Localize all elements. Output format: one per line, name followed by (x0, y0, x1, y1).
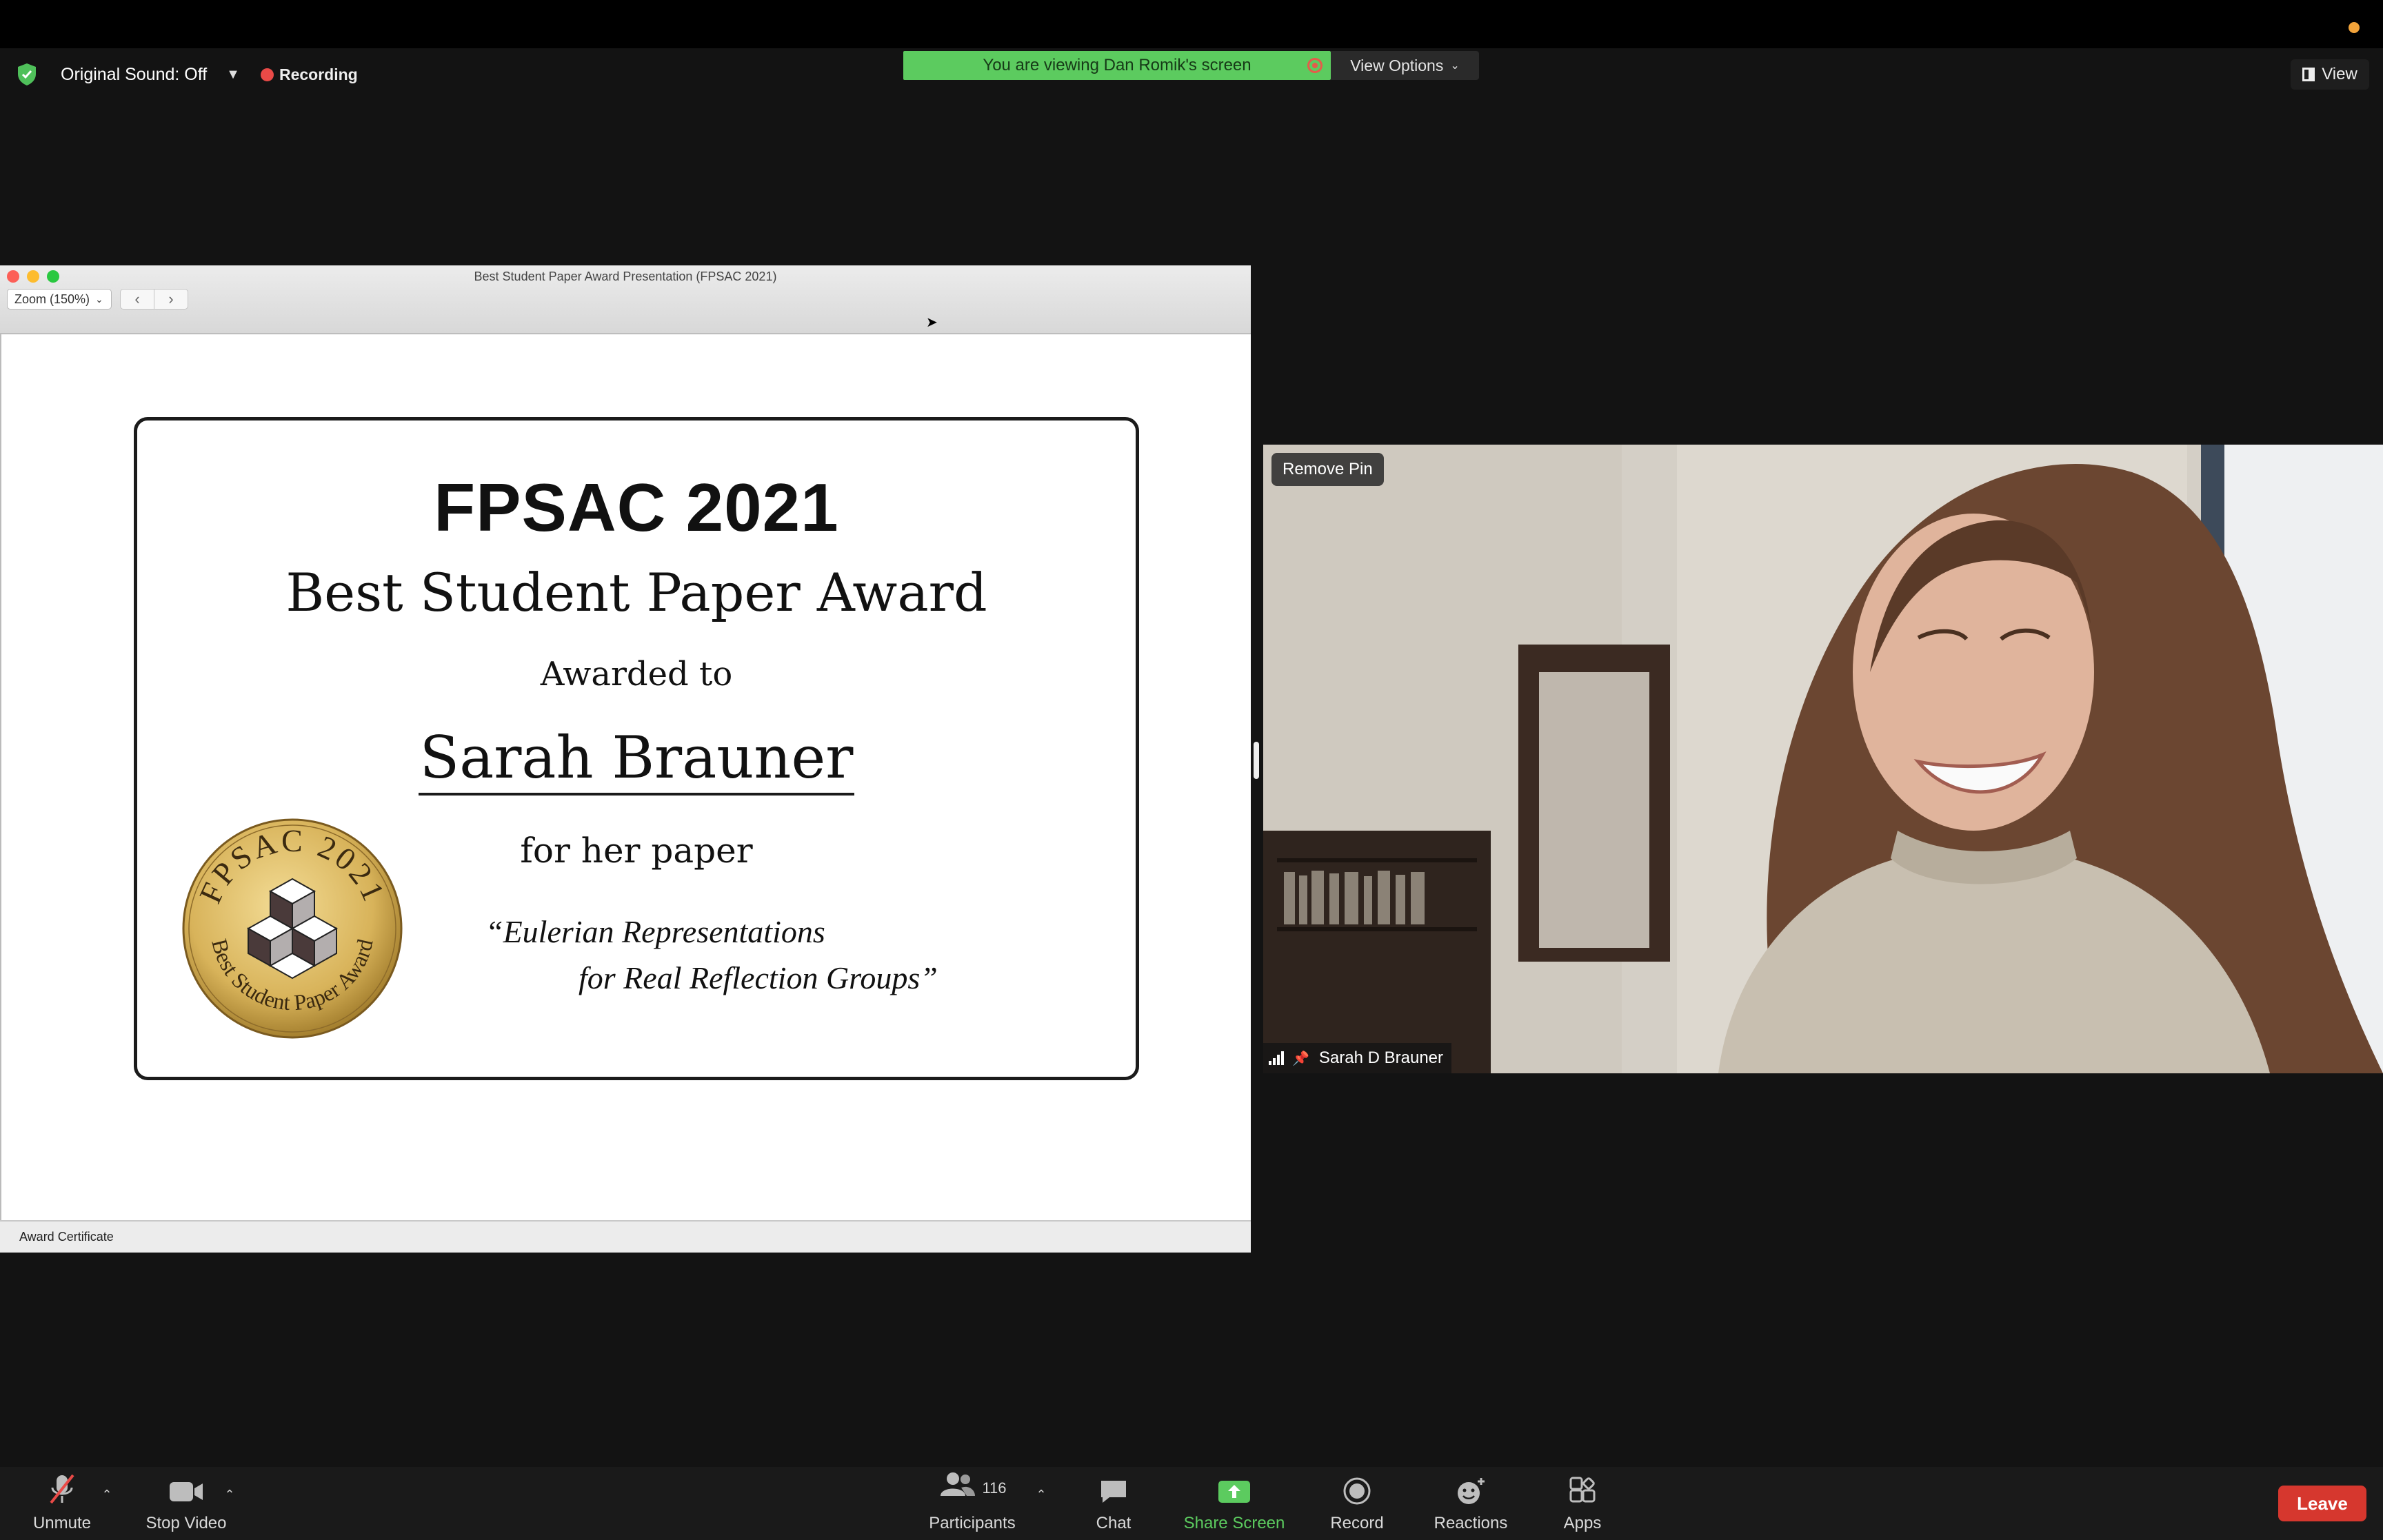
reactions-emoji-icon (1458, 1478, 1485, 1504)
paper-title-line-1: “Eulerian Representations (485, 914, 825, 949)
dropdown-caret-icon[interactable]: ▼ (226, 67, 240, 83)
record-button[interactable]: Record (1323, 1467, 1391, 1540)
view-label: View (2322, 65, 2357, 83)
zoom-select[interactable]: Zoom (150%) ⌄ (7, 289, 112, 310)
screen-share-banner: You are viewing Dan Romik's screen (903, 51, 1331, 80)
unmute-button[interactable]: Unmute (21, 1467, 103, 1540)
leave-label: Leave (2297, 1492, 2348, 1514)
record-label: Record (1330, 1514, 1384, 1532)
recording-indicator[interactable]: Recording (260, 65, 358, 84)
zoom-value: Zoom (150%) (14, 292, 90, 306)
mouse-cursor-icon: ➤ (926, 315, 938, 330)
original-sound-label: Original Sound: Off (61, 64, 208, 84)
participants-button[interactable]: 116 Participants (917, 1467, 1027, 1540)
remove-pin-button[interactable]: Remove Pin (1271, 453, 1384, 486)
chevron-left-icon: ‹ (134, 290, 140, 307)
meeting-toolbar: Unmute ⌃ Stop Video ⌃ 116 Participants ⌃… (0, 1467, 2383, 1540)
resize-handle[interactable] (1254, 742, 1259, 779)
video-camera-icon (170, 1482, 203, 1501)
status-text: Award Certificate (19, 1230, 114, 1244)
connection-strength-icon (1269, 1051, 1285, 1065)
apps-grid-icon (1569, 1477, 1596, 1503)
view-options-label: View Options (1350, 56, 1444, 74)
viewer-status-bar: Award Certificate (0, 1220, 1251, 1253)
mic-in-use-indicator (2349, 22, 2360, 33)
chevron-up-icon: ⌃ (224, 1488, 235, 1501)
chat-bubble-icon (1101, 1481, 1126, 1503)
certificate-award-title: Best Student Paper Award (285, 562, 987, 623)
recording-label: Recording (279, 65, 358, 83)
certificate-awarded-to: Awarded to (540, 655, 733, 693)
chevron-up-icon: ⌃ (1036, 1488, 1047, 1501)
participants-icon (941, 1472, 976, 1496)
recipient-underline (419, 793, 854, 796)
paper-title-line-2: for Real Reflection Groups” (579, 960, 938, 995)
share-screen-icon (1218, 1481, 1250, 1503)
audio-options-button[interactable]: ⌃ (100, 1467, 114, 1540)
muted-microphone-icon (50, 1474, 74, 1504)
apps-button[interactable]: Apps (1551, 1467, 1613, 1540)
remove-pin-label: Remove Pin (1283, 460, 1373, 478)
share-screen-button[interactable]: Share Screen (1176, 1467, 1293, 1540)
participant-video-feed (1263, 445, 2383, 1073)
reactions-button[interactable]: Reactions (1426, 1467, 1516, 1540)
reactions-label: Reactions (1434, 1514, 1508, 1532)
system-menu-bar (0, 0, 2383, 48)
record-icon (1343, 1477, 1371, 1505)
award-certificate: FPSAC 2021 Best Student Paper Award Awar… (134, 417, 1139, 1080)
participant-name-tag: 📌 Sarah D Brauner (1263, 1043, 1451, 1073)
participant-video-tile[interactable]: Remove Pin 📌 Sarah D Brauner (1263, 445, 2383, 1073)
chevron-right-icon: › (168, 290, 174, 307)
recording-dot-icon (260, 68, 274, 81)
share-screen-label: Share Screen (1183, 1514, 1285, 1532)
security-shield-icon[interactable] (17, 63, 37, 86)
leave-meeting-button[interactable]: Leave (2278, 1486, 2366, 1521)
original-sound-toggle[interactable]: Original Sound: Off ▼ (61, 65, 240, 85)
stop-viewing-icon[interactable] (1307, 58, 1323, 73)
pin-icon: 📌 (1292, 1051, 1309, 1066)
unmute-label: Unmute (32, 1514, 92, 1532)
stop-video-label: Stop Video (145, 1514, 227, 1532)
chat-button[interactable]: Chat (1086, 1467, 1141, 1540)
certificate-heading: FPSAC 2021 (434, 469, 839, 545)
view-options-button[interactable]: View Options ⌄ (1331, 51, 1479, 80)
award-seal-logo: FPSAC 2021 Best Student Paper Award (182, 818, 403, 1039)
participants-label: Participants (929, 1514, 1016, 1532)
participant-name: Sarah D Brauner (1318, 1048, 1443, 1067)
window-titlebar: Best Student Paper Award Presentation (F… (0, 265, 1251, 334)
layout-icon (2302, 68, 2315, 81)
chevron-down-icon: ⌄ (95, 293, 103, 305)
participants-count: 116 (982, 1479, 1007, 1497)
window-title: Best Student Paper Award Presentation (F… (474, 270, 777, 283)
chat-label: Chat (1096, 1514, 1132, 1532)
video-options-button[interactable]: ⌃ (223, 1467, 237, 1540)
previous-page-button[interactable]: ‹ (120, 289, 154, 310)
share-banner-text: You are viewing Dan Romik's screen (983, 56, 1251, 74)
meeting-info-bar: Original Sound: Off ▼ Recording (17, 61, 358, 88)
next-page-button[interactable]: › (154, 289, 188, 310)
chevron-up-icon: ⌃ (101, 1488, 112, 1501)
stop-video-button[interactable]: Stop Video (138, 1467, 234, 1540)
view-button[interactable]: View (2291, 59, 2369, 90)
participants-options-button[interactable]: ⌃ (1034, 1467, 1048, 1540)
apps-label: Apps (1563, 1514, 1602, 1532)
chevron-down-icon: ⌄ (1450, 60, 1460, 72)
certificate-recipient: Sarah Brauner (419, 724, 854, 791)
